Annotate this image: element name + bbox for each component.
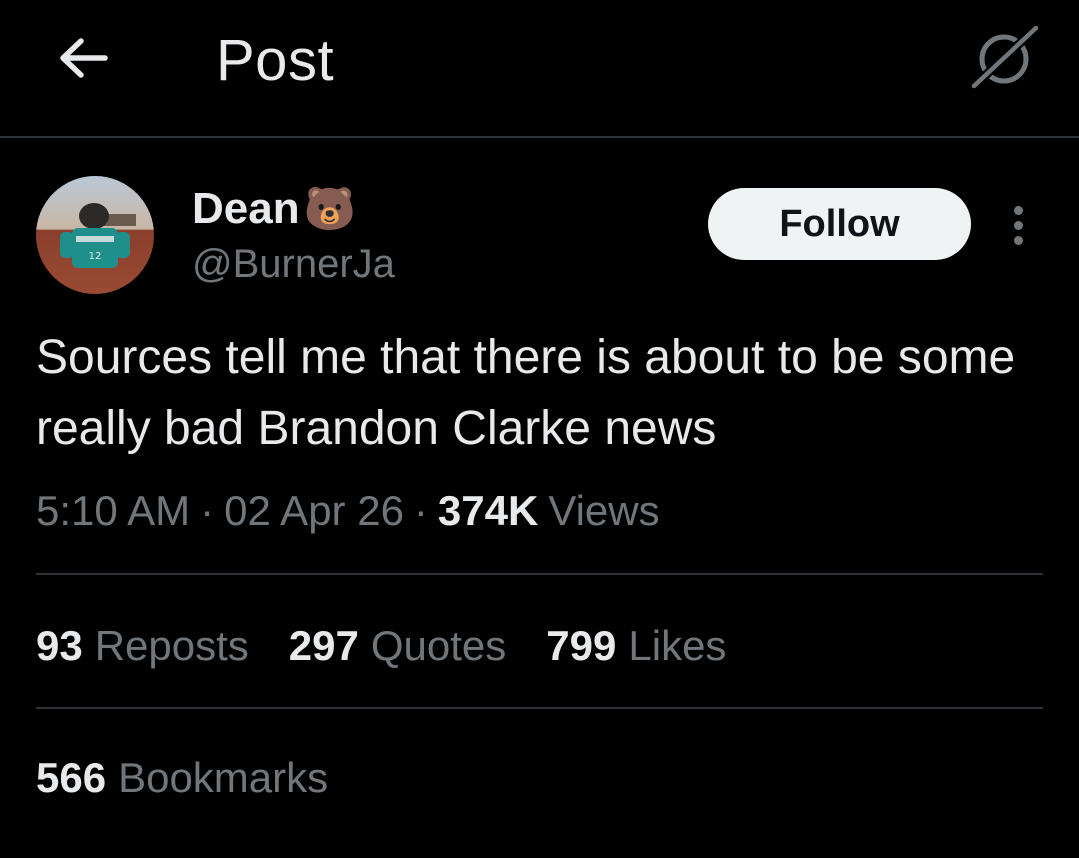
arrow-left-icon [60,38,108,78]
quotes-stat[interactable]: 297 Quotes [289,622,507,670]
divider [36,707,1043,709]
likes-label: Likes [628,622,727,669]
avatar[interactable]: 12 [36,176,154,294]
reposts-label: Reposts [94,622,249,669]
more-options-button[interactable] [996,196,1040,254]
bookmarks-label: Bookmarks [118,754,329,801]
likes-stat[interactable]: 799 Likes [546,622,726,670]
quotes-label: Quotes [370,622,507,669]
views-count[interactable]: 374K [438,487,538,535]
meta-separator: · [413,487,428,534]
svg-text:12: 12 [89,251,102,262]
divider [36,573,1043,575]
quotes-count: 297 [288,622,359,669]
meta-separator: · [200,487,215,534]
post-meta: 5:10 AM · 02 Apr 26 · 374K Views [36,484,660,538]
reposts-count: 93 [36,622,83,669]
engagement-stats: 93 Reposts 297 Quotes 799 Likes [36,618,766,674]
grok-icon [969,23,1041,91]
bear-emoji: 🐻 [303,184,356,233]
follow-button[interactable]: Follow [708,188,971,260]
views-label[interactable]: Views [548,487,659,535]
bookmarks-stat-row: 566 Bookmarks [36,750,368,806]
more-vertical-icon-dot [1013,205,1023,215]
reposts-stat[interactable]: 93 Reposts [36,622,249,670]
author-name-row[interactable]: Dean 🐻 [192,182,356,236]
post-date[interactable]: 02 Apr 26 [224,487,404,535]
page-title: Post [216,28,335,93]
grok-button[interactable] [966,20,1044,94]
author-name[interactable]: Dean [192,184,300,234]
more-vertical-icon-dot [1013,235,1023,245]
more-vertical-icon-dot [1013,220,1023,230]
back-button[interactable] [48,26,118,90]
avatar-image: 12 [36,176,154,294]
post-text: Sources tell me that there is about to b… [36,331,1016,455]
bookmarks-stat[interactable]: 566 Bookmarks [36,754,328,802]
top-bar: Post [0,0,1079,138]
likes-count: 799 [546,622,617,669]
author-handle[interactable]: @BurnerJa [192,238,395,290]
post-time[interactable]: 5:10 AM [36,487,190,535]
bookmarks-count: 566 [36,754,107,801]
